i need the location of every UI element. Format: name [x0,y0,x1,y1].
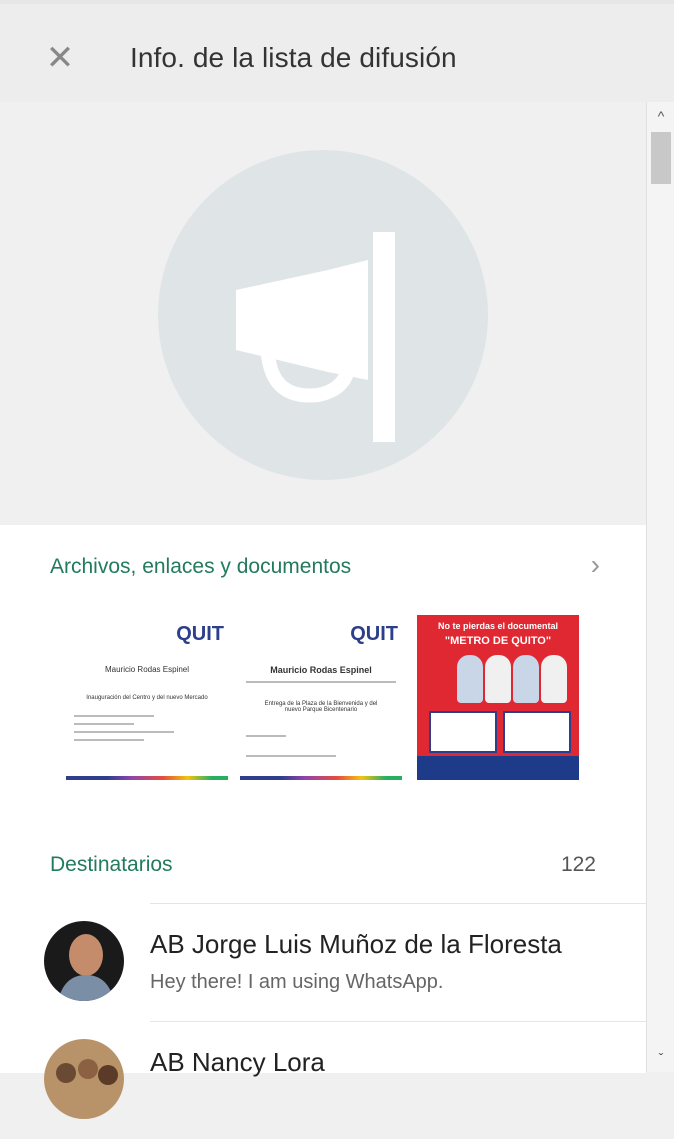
broadcast-avatar [158,150,488,480]
panel-header: ✕ Info. de la lista de difusión [0,4,674,102]
media-section-title[interactable]: Archivos, enlaces y documentos [50,555,351,579]
contact-name: AB Jorge Luis Muñoz de la Floresta [150,929,562,959]
hero-section [0,102,646,525]
chevron-right-icon[interactable]: › [591,549,600,581]
contact-name: AB Nancy Lora [150,1047,325,1077]
media-thumbnail-2[interactable]: QUIT Mauricio Rodas Espinel Entrega de l… [240,615,402,780]
scrollbar[interactable]: ^ ˇ [646,102,674,1072]
avatar [44,1039,124,1119]
close-icon[interactable]: ✕ [44,41,76,75]
list-item[interactable]: AB Nancy Lora [0,1021,646,1139]
media-thumbnail-1[interactable]: QUIT Mauricio Rodas Espinel Inauguración… [66,615,228,780]
avatar [44,921,124,1001]
chevron-down-icon[interactable]: ˇ [647,1050,674,1070]
recipients-count: 122 [560,853,596,876]
media-thumbnail-3[interactable]: No te pierdas el documental "METRO DE QU… [417,615,579,780]
divider [150,903,646,904]
scrollbar-thumb[interactable] [651,132,671,184]
quito-logo: QUIT [176,623,224,645]
contact-status: Hey there! I am using WhatsApp. [150,971,444,993]
page-title: Info. de la lista de difusión [130,42,457,73]
list-item[interactable]: AB Jorge Luis Muñoz de la Floresta Hey t… [0,903,646,1021]
megaphone-icon [236,232,395,442]
quito-logo: QUIT [350,623,398,645]
recipients-title: Destinatarios [50,853,173,876]
divider [150,1021,646,1022]
chevron-up-icon[interactable]: ^ [647,108,674,128]
recipients-section: Destinatarios 122 AB Jorge Luis Muñoz de… [0,823,646,1119]
